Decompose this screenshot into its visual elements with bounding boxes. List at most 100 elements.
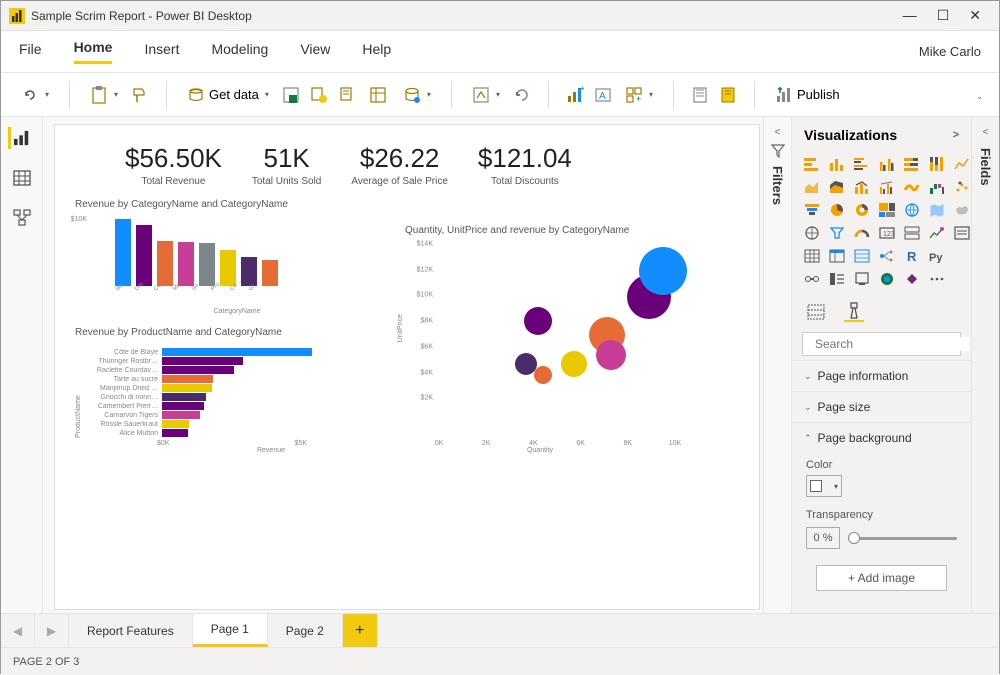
area-chart-icon[interactable] bbox=[802, 178, 822, 196]
table-icon[interactable] bbox=[802, 247, 822, 265]
more-visuals-icon[interactable]: +▾ bbox=[621, 84, 657, 106]
kpi-icon[interactable] bbox=[927, 224, 947, 242]
card-icon[interactable]: 123 bbox=[877, 224, 897, 242]
sql-server-icon[interactable] bbox=[337, 85, 357, 105]
maximize-button[interactable]: ☐ bbox=[937, 7, 950, 24]
r-visual-icon[interactable]: R bbox=[902, 247, 922, 265]
paste-button[interactable]: ▾ bbox=[86, 83, 122, 107]
vbar-bar[interactable] bbox=[115, 219, 131, 286]
stacked-bar-icon[interactable] bbox=[802, 155, 822, 173]
transparency-value[interactable]: 0 % bbox=[806, 527, 840, 549]
decomposition-tree-icon[interactable] bbox=[877, 247, 897, 265]
publish-button[interactable]: Publish bbox=[771, 84, 844, 106]
hbar-bar[interactable] bbox=[162, 393, 206, 401]
enter-data-icon[interactable] bbox=[365, 84, 391, 106]
powerapps-icon[interactable] bbox=[902, 270, 922, 288]
refresh-icon[interactable] bbox=[512, 85, 532, 105]
100-stacked-column-icon[interactable] bbox=[927, 155, 947, 173]
matrix-icon[interactable] bbox=[827, 247, 847, 265]
ribbon-chart-icon[interactable] bbox=[902, 178, 922, 196]
menu-help[interactable]: Help bbox=[362, 41, 391, 63]
next-page-button[interactable]: ▶ bbox=[35, 614, 69, 647]
map-icon[interactable] bbox=[902, 201, 922, 219]
stacked-column-icon[interactable] bbox=[827, 155, 847, 173]
excel-source-icon[interactable] bbox=[281, 85, 301, 105]
visualizations-header[interactable]: Visualizations> bbox=[792, 117, 971, 151]
hbar-bar[interactable] bbox=[162, 375, 213, 383]
scatter-icon[interactable] bbox=[952, 178, 971, 196]
minimize-button[interactable]: — bbox=[903, 7, 917, 24]
report-view-icon[interactable] bbox=[8, 127, 30, 149]
vbar-bar[interactable] bbox=[262, 260, 278, 286]
hbar-bar[interactable] bbox=[162, 348, 312, 356]
python-visual-icon[interactable]: Py bbox=[927, 247, 947, 265]
waterfall-icon[interactable] bbox=[927, 178, 947, 196]
text-box-icon[interactable]: A bbox=[593, 85, 613, 105]
line-chart-icon[interactable] bbox=[952, 155, 971, 173]
menu-modeling[interactable]: Modeling bbox=[211, 41, 268, 63]
funnel-chart-icon[interactable] bbox=[802, 201, 822, 219]
page-background-section[interactable]: ⌃Page background bbox=[792, 422, 971, 453]
slicer-icon[interactable] bbox=[952, 224, 971, 242]
key-influencers-icon[interactable] bbox=[952, 247, 971, 265]
bubble[interactable] bbox=[561, 351, 587, 377]
menu-home[interactable]: Home bbox=[74, 39, 113, 64]
menu-view[interactable]: View bbox=[300, 41, 330, 63]
new-visual-icon[interactable]: + bbox=[565, 85, 585, 105]
transparency-slider[interactable] bbox=[848, 537, 957, 540]
hbar-chart[interactable]: ProductName Côte de BlayeThüringer Rostb… bbox=[75, 348, 385, 454]
page-information-section[interactable]: ⌄Page information bbox=[792, 360, 971, 391]
vbar-chart[interactable]: Revenue $10K BeveragesDairy Pro…Confecti… bbox=[89, 216, 385, 315]
kpi-total-revenue[interactable]: $56.50KTotal Revenue bbox=[125, 143, 222, 187]
bubble[interactable] bbox=[639, 247, 687, 295]
clustered-column-icon[interactable] bbox=[877, 155, 897, 173]
table-alt-icon[interactable] bbox=[852, 247, 872, 265]
add-page-button[interactable]: + bbox=[343, 614, 377, 647]
kpi-avg-sale-price[interactable]: $26.22Average of Sale Price bbox=[351, 143, 448, 187]
tab-report-features[interactable]: Report Features bbox=[69, 614, 193, 647]
shape-map-icon[interactable] bbox=[952, 201, 971, 219]
color-picker[interactable]: ▾ bbox=[806, 475, 842, 497]
add-image-button[interactable]: + Add image bbox=[816, 565, 947, 591]
stacked-area-icon[interactable] bbox=[827, 178, 847, 196]
menu-file[interactable]: File bbox=[19, 41, 42, 63]
gauge-icon[interactable] bbox=[852, 224, 872, 242]
fields-pane-collapsed[interactable]: < Fields bbox=[971, 117, 999, 613]
hbar-bar[interactable] bbox=[162, 366, 234, 374]
menu-insert[interactable]: Insert bbox=[144, 41, 179, 63]
ribbon-expand-icon[interactable]: ⌄ bbox=[974, 88, 989, 102]
search-box[interactable] bbox=[802, 332, 961, 356]
hbar-bar[interactable] bbox=[162, 429, 188, 437]
bubble[interactable] bbox=[524, 307, 552, 335]
report-canvas[interactable]: $56.50KTotal Revenue 51KTotal Units Sold… bbox=[55, 125, 759, 609]
100-stacked-bar-icon[interactable] bbox=[902, 155, 922, 173]
filters-pane-collapsed[interactable]: < Filters bbox=[763, 117, 791, 613]
clustered-bar-icon[interactable] bbox=[852, 155, 872, 173]
quick-measure-icon[interactable] bbox=[718, 85, 738, 105]
kpi-total-units[interactable]: 51KTotal Units Sold bbox=[252, 143, 321, 187]
hbar-bar[interactable] bbox=[162, 357, 243, 365]
data-view-icon[interactable] bbox=[11, 167, 33, 189]
tab-page-2[interactable]: Page 2 bbox=[268, 614, 343, 647]
fields-tab-icon[interactable] bbox=[806, 302, 826, 322]
more-icon[interactable] bbox=[927, 270, 947, 288]
tab-page-1[interactable]: Page 1 bbox=[193, 614, 268, 647]
globe-map-icon[interactable] bbox=[802, 224, 822, 242]
hbar-bar[interactable] bbox=[162, 384, 212, 392]
model-view-icon[interactable] bbox=[11, 207, 33, 229]
paginated-report-icon[interactable] bbox=[852, 270, 872, 288]
line-clustered-column-icon[interactable] bbox=[877, 178, 897, 196]
donut-chart-icon[interactable] bbox=[852, 201, 872, 219]
arcgis-icon[interactable] bbox=[877, 270, 897, 288]
new-measure-icon[interactable] bbox=[690, 85, 710, 105]
prev-page-button[interactable]: ◀ bbox=[1, 614, 35, 647]
bubble[interactable] bbox=[534, 366, 552, 384]
pbi-datasets-icon[interactable] bbox=[309, 85, 329, 105]
filled-map-icon[interactable] bbox=[927, 201, 947, 219]
line-column-icon[interactable] bbox=[852, 178, 872, 196]
format-tab-icon[interactable] bbox=[844, 302, 864, 322]
undo-button[interactable]: ▾ bbox=[17, 84, 53, 106]
qna-icon[interactable] bbox=[802, 270, 822, 288]
kpi-total-discounts[interactable]: $121.04Total Discounts bbox=[478, 143, 572, 187]
bubble[interactable] bbox=[596, 340, 626, 370]
